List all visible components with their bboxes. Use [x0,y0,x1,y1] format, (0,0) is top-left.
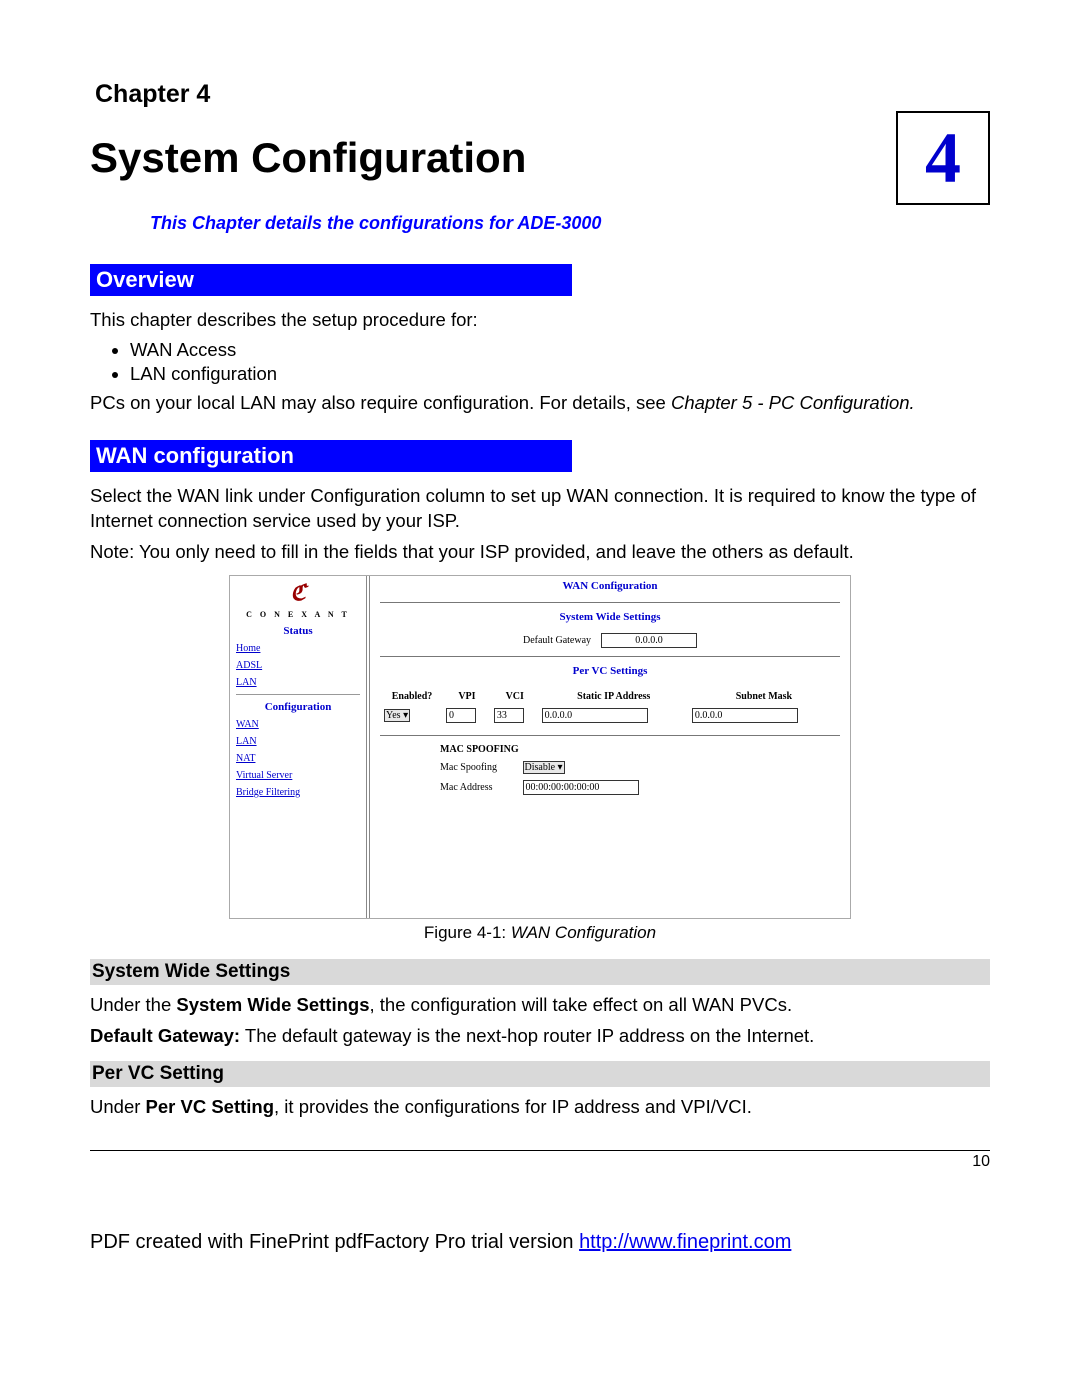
overview-bullets: WAN Access LAN configuration [130,339,990,385]
th-mask: Subnet Mask [690,689,838,704]
sidebar-link-lan[interactable]: LAN [236,677,360,688]
th-vci: VCI [492,689,538,704]
default-gateway-input[interactable]: 0.0.0.0 [601,633,697,648]
mac-spoofing-row: Mac Spoofing Disable ▾ [440,761,840,774]
sidebar-config-label: Configuration [236,701,360,713]
ss-main-title: WAN Configuration [380,580,840,592]
default-gateway-text: Default Gateway: The default gateway is … [90,1024,990,1049]
mac-address-row: Mac Address 00:00:00:00:00:00 [440,780,840,795]
ss-pvc-title: Per VC Settings [380,665,840,677]
sidebar-link-adsl[interactable]: ADSL [236,660,360,671]
screenshot-sidebar: ℭ C O N E X A N T Status Home ADSL LAN C… [230,576,370,918]
default-gateway-label: Default Gateway [523,635,591,646]
sidebar-link-home[interactable]: Home [236,643,360,654]
figure-caption-em: WAN Configuration [511,923,656,942]
page-number: 10 [90,1153,990,1171]
list-item: LAN configuration [130,363,990,385]
table-row: Yes ▾ 0 33 0.0.0.0 0.0.0.0 [382,706,838,725]
th-enabled: Enabled? [382,689,442,704]
mac-address-label: Mac Address [440,782,520,793]
footer-link[interactable]: http://www.fineprint.com [579,1231,791,1253]
wan-config-screenshot: ℭ C O N E X A N T Status Home ADSL LAN C… [229,575,851,919]
enabled-select[interactable]: Yes ▾ [384,709,410,722]
mac-spoofing-heading: MAC SPOOFING [440,744,840,755]
sidebar-link-lan2[interactable]: LAN [236,736,360,747]
ip-input[interactable]: 0.0.0.0 [542,708,648,723]
default-gateway-row: Default Gateway 0.0.0.0 [380,633,840,648]
wan-p2: Note: You only need to fill in the field… [90,540,990,565]
overview-intro: This chapter describes the setup procedu… [90,308,990,333]
th-vpi: VPI [444,689,490,704]
brand-text: C O N E X A N T [236,610,360,619]
title-row: System Configuration 4 [90,111,990,205]
mac-spoofing-select[interactable]: Disable ▾ [523,761,565,774]
th-ip: Static IP Address [540,689,688,704]
page-title: System Configuration [90,134,526,182]
text: PCs on your local LAN may also require c… [90,392,671,413]
sws-subheading: System Wide Settings [90,959,990,985]
mask-input[interactable]: 0.0.0.0 [692,708,798,723]
figure-caption: Figure 4-1: WAN Configuration [90,923,990,943]
sidebar-link-bridge-filtering[interactable]: Bridge Filtering [236,787,360,798]
figure-caption-pre: Figure 4-1: [424,923,511,942]
pvc-subheading: Per VC Setting [90,1061,990,1087]
sidebar-link-virtual-server[interactable]: Virtual Server [236,770,360,781]
footer-text: PDF created with FinePrint pdfFactory Pr… [90,1231,579,1253]
sidebar-link-wan[interactable]: WAN [236,719,360,730]
pvc-text: Under Per VC Setting, it provides the co… [90,1095,990,1120]
vpi-input[interactable]: 0 [446,708,476,723]
pvc-table: Enabled? VPI VCI Static IP Address Subne… [380,687,840,727]
sws-text: Under the System Wide Settings, the conf… [90,993,990,1018]
mac-address-input[interactable]: 00:00:00:00:00:00 [523,780,639,795]
chapter-reference: Chapter 5 - PC Configuration. [671,392,915,413]
document-page: Chapter 4 System Configuration 4 This Ch… [0,0,1080,1397]
section-overview-heading: Overview [90,264,572,296]
ss-sws-title: System Wide Settings [380,611,840,623]
chapter-subtitle: This Chapter details the configurations … [150,213,990,234]
list-item: WAN Access [130,339,990,361]
vci-input[interactable]: 33 [494,708,524,723]
wan-p1: Select the WAN link under Configuration … [90,484,990,534]
screenshot-main: WAN Configuration System Wide Settings D… [370,576,850,918]
chapter-label: Chapter 4 [95,80,990,109]
mac-spoofing-label: Mac Spoofing [440,762,520,773]
overview-followup: PCs on your local LAN may also require c… [90,391,990,416]
pdf-footer: PDF created with FinePrint pdfFactory Pr… [90,1231,990,1254]
footer-rule [90,1150,990,1151]
sidebar-status-label: Status [236,625,360,637]
sidebar-link-nat[interactable]: NAT [236,753,360,764]
logo-icon: ℭ [290,580,305,605]
chapter-number-box: 4 [896,111,990,205]
conexant-logo: ℭ [236,580,360,606]
section-wan-heading: WAN configuration [90,440,572,472]
